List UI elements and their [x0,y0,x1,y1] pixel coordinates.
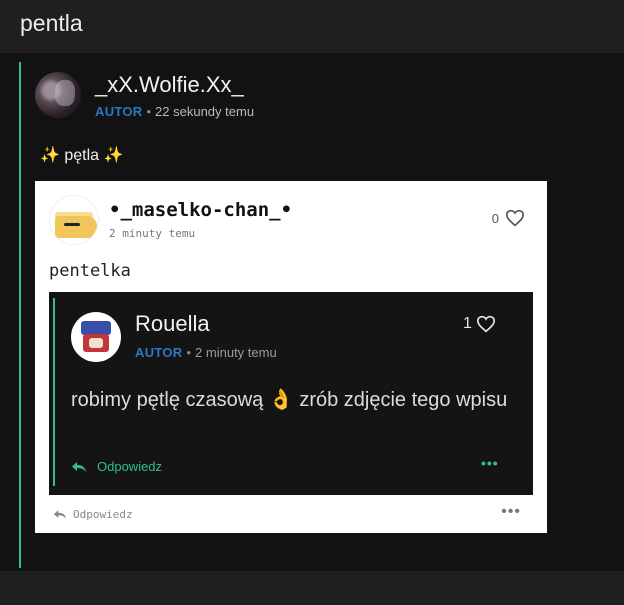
nested-avatar [71,312,121,362]
page-title: pentla [20,10,83,36]
quote-accent-bar [19,62,21,568]
nested-reply-button: Odpowiedz [71,459,162,474]
more-options-icon: ••• [481,455,499,471]
embedded-reply-button: Odpowiedz [53,508,133,521]
nested-username: Rouella [135,311,210,336]
nested-author-badge: AUTOR [135,345,183,360]
separator-dot: • [146,104,152,119]
nested-reply-label: Odpowiedz [97,459,163,474]
embedded-like-count: 0 [491,210,499,226]
nested-meta: AUTOR • 2 minuty temu [135,345,277,360]
ok-hand-icon: 👌 [268,389,294,411]
nested-text-part: robimy pętlę czasową [71,389,269,411]
post-text: ✨ pętla ✨ [40,145,123,165]
nested-text-part: zrób zdjęcie tego wpisu [293,389,508,411]
sparkles-icon: ✨ [103,147,124,164]
author-badge: AUTOR [95,104,143,119]
sparkles-icon: ✨ [40,147,60,164]
more-options-icon: ••• [501,503,521,520]
embedded-text: pentelka [49,261,131,281]
embedded-time: 2 minuty temu [109,227,196,240]
nested-text: robimy pętlę czasową 👌 zrób zdjęcie tego… [71,385,521,415]
heart-icon [476,315,495,333]
avatar[interactable] [35,72,81,118]
embedded-reply-label: Odpowiedz [73,508,133,521]
heart-icon [505,209,525,227]
post-meta: AUTOR • 22 sekundy temu [95,104,254,119]
embedded-likes: 0 [492,209,525,227]
post-time: 22 sekundy temu [155,104,255,119]
embedded-username: •_maselko-chan_• [109,199,293,221]
bottom-strip [0,571,624,605]
post-username[interactable]: _xX.Wolfie.Xx_ [95,72,244,98]
nested-time: 2 minuty temu [195,345,277,360]
nested-like-count: 1 [463,315,472,332]
post-text-body: pętla [59,147,104,164]
nested-accent-bar [53,298,55,486]
separator-dot: • [186,345,192,360]
reply-arrow-icon [53,510,67,519]
reply-arrow-icon [72,461,86,472]
embedded-screenshot[interactable]: •_maselko-chan_• 2 minuty temu 0 pentelk… [35,181,547,533]
embedded-avatar [49,195,99,245]
nested-likes: 1 [463,315,496,333]
